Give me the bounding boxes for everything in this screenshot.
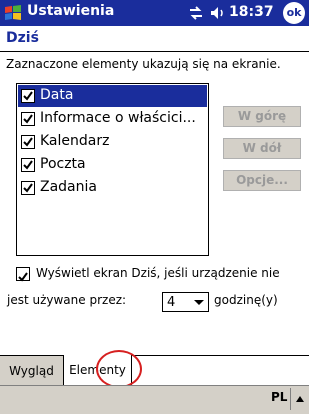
move-down-button[interactable]: W dół: [223, 138, 301, 159]
show-today-checkbox[interactable]: [16, 267, 30, 282]
list-item[interactable]: Zadania: [18, 177, 207, 199]
list-item[interactable]: Kalendarz: [18, 131, 207, 153]
list-item-label: Poczta: [40, 156, 86, 172]
taskbar: [0, 385, 309, 414]
windows-logo-icon[interactable]: [3, 3, 23, 23]
move-up-button[interactable]: W górę: [223, 106, 301, 127]
checkbox[interactable]: [21, 181, 35, 195]
show-today-label: Wyświetl ekran Dziś, jeśli urządzenie ni…: [36, 266, 280, 280]
list-item-label: Informace o właścici...: [40, 110, 196, 126]
list-item[interactable]: Data: [18, 85, 207, 107]
items-list[interactable]: Data Informace o właścici... Kalendarz P…: [16, 83, 209, 256]
checkbox[interactable]: [21, 135, 35, 149]
connectivity-icon[interactable]: [188, 5, 204, 21]
list-item-label: Data: [40, 87, 74, 103]
hours-value: 4: [167, 295, 176, 310]
page-title: Dziś: [6, 30, 39, 46]
list-item-label: Zadania: [40, 179, 97, 195]
highlight-circle: [96, 350, 142, 388]
list-item[interactable]: Informace o właścici...: [18, 108, 207, 130]
list-item[interactable]: Poczta: [18, 154, 207, 176]
options-button[interactable]: Opcje...: [223, 170, 301, 191]
hours-unit-label: godzinę(y): [214, 293, 278, 307]
header-divider: [0, 51, 309, 52]
app-title: Ustawienia: [27, 3, 115, 19]
chevron-down-icon: [194, 300, 204, 305]
ok-button[interactable]: ok: [283, 2, 305, 24]
checkbox[interactable]: [21, 112, 35, 126]
input-panel-arrow-icon[interactable]: [296, 396, 304, 402]
checkbox[interactable]: [21, 158, 35, 172]
clock[interactable]: 18:37: [229, 4, 274, 20]
tab-appearance[interactable]: Wygląd: [0, 355, 64, 385]
taskbar-divider: [290, 388, 291, 410]
unused-time-label: jest używane przez:: [7, 293, 127, 307]
checkbox[interactable]: [21, 89, 35, 103]
hours-dropdown[interactable]: 4: [162, 292, 209, 312]
volume-icon[interactable]: [209, 5, 227, 21]
input-language-indicator[interactable]: PL: [271, 390, 287, 404]
instruction-text: Zaznaczone elementy ukazują się na ekran…: [6, 57, 281, 71]
list-item-label: Kalendarz: [40, 133, 110, 149]
